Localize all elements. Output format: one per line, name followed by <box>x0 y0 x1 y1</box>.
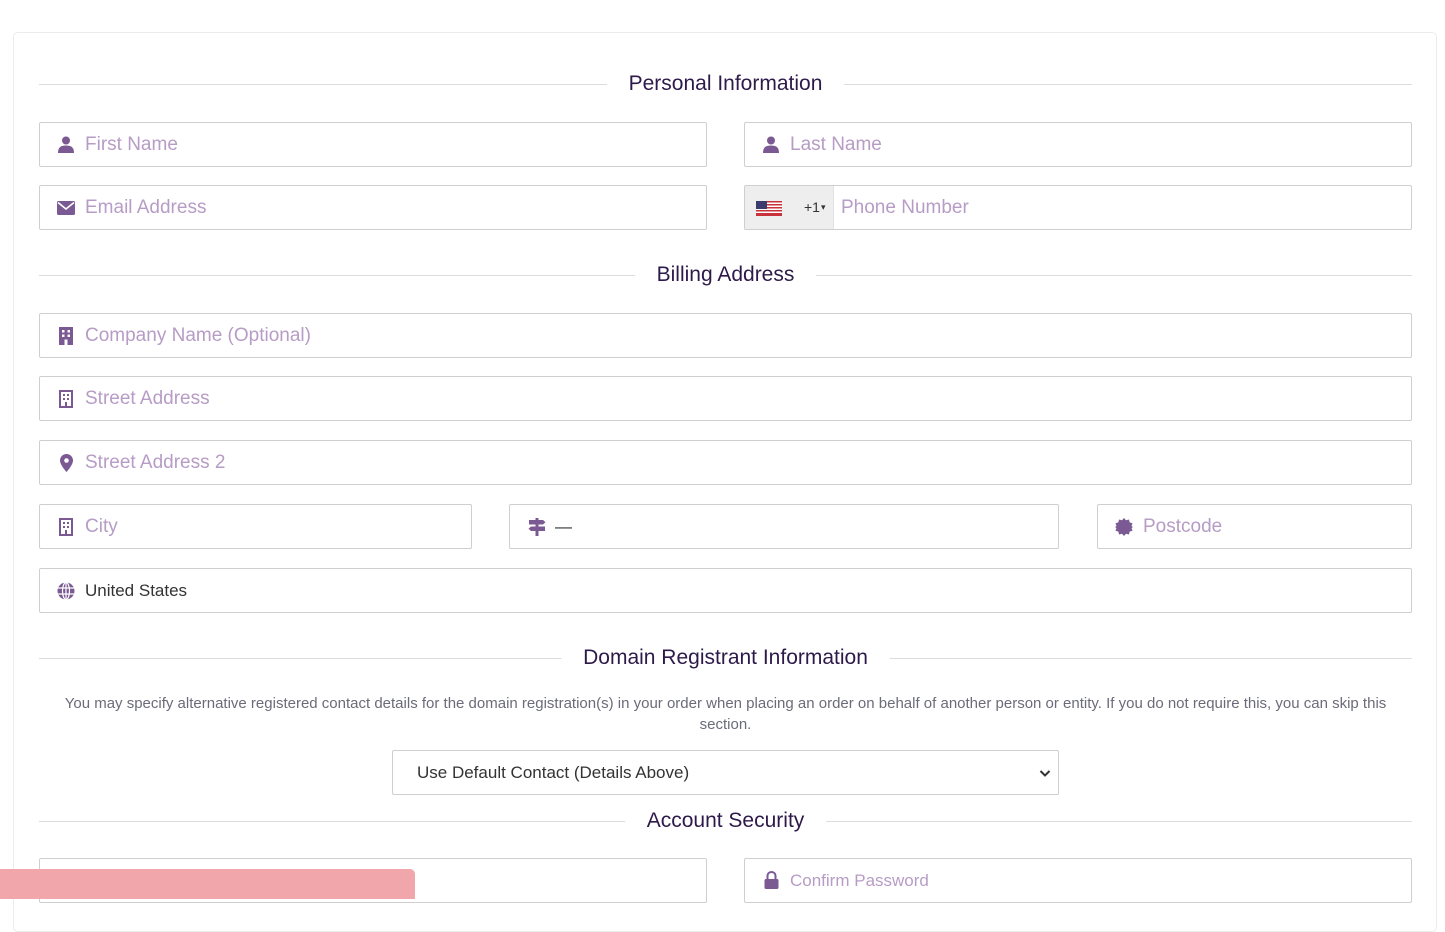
street-address-2-input[interactable] <box>85 441 1401 484</box>
user-icon <box>57 136 75 154</box>
postcode-input[interactable] <box>1143 505 1401 548</box>
certificate-icon <box>1115 517 1133 536</box>
signpost-icon <box>528 517 546 536</box>
first-name-field[interactable] <box>39 122 707 167</box>
user-icon <box>762 136 780 154</box>
section-heading-security: Account Security <box>39 807 1412 835</box>
phone-input[interactable] <box>841 186 1401 229</box>
state-field[interactable]: — <box>509 504 1059 549</box>
company-input[interactable] <box>85 314 1401 357</box>
domain-notice-text: You may specify alternative registered c… <box>64 695 1387 733</box>
building-outline-icon <box>57 389 75 408</box>
globe-icon <box>57 581 75 600</box>
envelope-icon <box>57 199 75 217</box>
contact-select-value: Use Default Contact (Details Above) <box>417 763 690 782</box>
country-field[interactable]: United States <box>39 568 1412 613</box>
map-marker-icon <box>57 453 75 472</box>
last-name-input[interactable] <box>790 123 1401 166</box>
section-heading-billing: Billing Address <box>39 261 1412 289</box>
phone-field[interactable]: +1 ▾ <box>744 185 1412 230</box>
state-value: — <box>555 517 572 536</box>
dial-code: +1 <box>804 199 820 215</box>
lock-icon <box>762 871 780 889</box>
street-address-2-field[interactable] <box>39 440 1412 485</box>
caret-down-icon: ▾ <box>821 202 826 212</box>
country-value: United States <box>85 581 188 600</box>
confirm-password-field[interactable] <box>744 858 1412 903</box>
section-heading-personal: Personal Information <box>39 70 1412 98</box>
building-icon <box>57 326 75 345</box>
section-heading-domain: Domain Registrant Information <box>39 644 1412 672</box>
chevron-down-icon <box>1039 770 1051 777</box>
section-title-security: Account Security <box>624 807 827 835</box>
city-field[interactable] <box>39 504 472 549</box>
section-title-personal: Personal Information <box>606 70 845 98</box>
company-field[interactable] <box>39 313 1412 358</box>
contact-select[interactable]: Use Default Contact (Details Above) <box>392 750 1059 795</box>
city-input[interactable] <box>85 505 461 548</box>
street-address-input[interactable] <box>85 377 1401 420</box>
last-name-field[interactable] <box>744 122 1412 167</box>
email-field[interactable] <box>39 185 707 230</box>
confirm-password-input[interactable] <box>790 859 1401 902</box>
us-flag-icon <box>756 201 782 216</box>
building-outline-icon <box>57 517 75 536</box>
section-title-billing: Billing Address <box>634 261 817 289</box>
country-code-dropdown[interactable]: +1 ▾ <box>745 186 834 229</box>
email-input[interactable] <box>85 186 696 229</box>
section-title-domain: Domain Registrant Information <box>561 644 890 672</box>
street-address-field[interactable] <box>39 376 1412 421</box>
postcode-field[interactable] <box>1097 504 1412 549</box>
first-name-input[interactable] <box>85 123 696 166</box>
